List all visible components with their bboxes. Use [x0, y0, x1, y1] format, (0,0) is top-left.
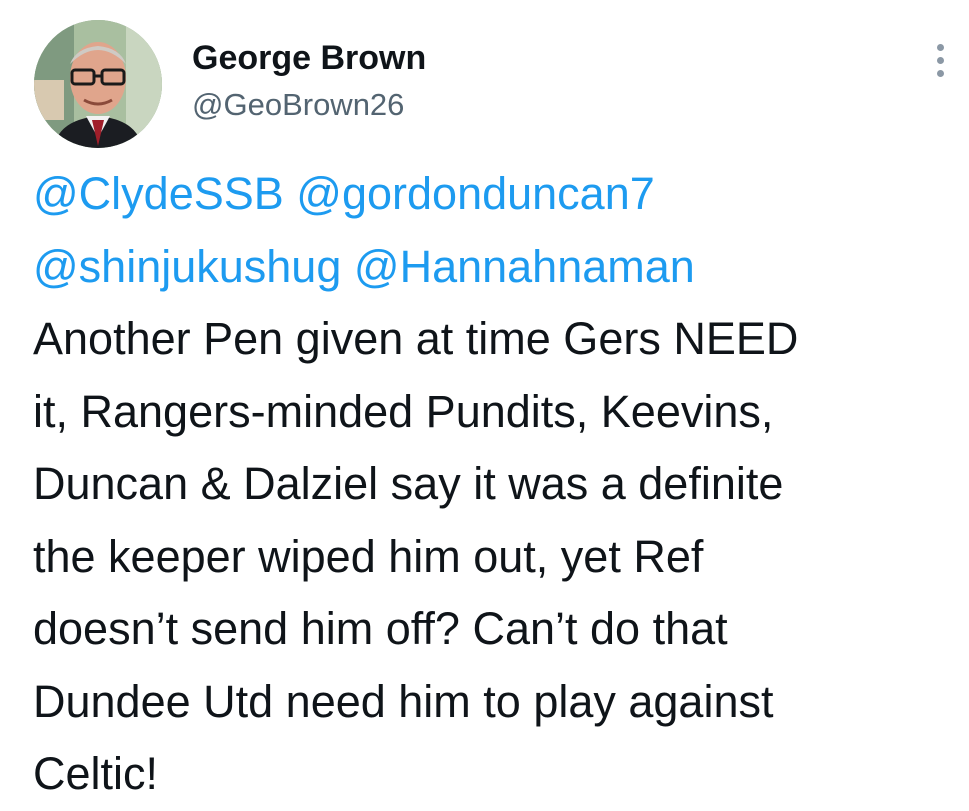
more-options-button[interactable]: [930, 40, 952, 80]
mention-link[interactable]: @shinjukushug: [33, 241, 341, 292]
mention-link[interactable]: @gordonduncan7: [296, 168, 654, 219]
text-line: Duncan & Dalziel say it was a definite: [33, 458, 784, 509]
more-vertical-icon: [937, 70, 944, 77]
mention-line: @ClydeSSB @gordonduncan7: [33, 158, 963, 231]
text-line: Dundee Utd need him to play against: [33, 675, 774, 727]
text-line: it, Rangers-minded Pundits, Keevins,: [33, 385, 774, 437]
avatar[interactable]: [34, 20, 162, 148]
text-line: Another Pen given at time Gers NEED: [33, 313, 799, 364]
mention-link[interactable]: @ClydeSSB: [33, 168, 284, 219]
tweet: George Brown @GeoBrown26 @ClydeSSB @gord…: [0, 0, 969, 800]
text-line: doesn’t send him off? Can’t do that: [33, 603, 728, 654]
mention-line: @shinjukushug @Hannahnaman: [33, 231, 963, 304]
text-line: the keeper wiped him out, yet Ref: [33, 530, 704, 582]
more-vertical-icon: [937, 57, 944, 64]
mention-link[interactable]: @Hannahnaman: [354, 241, 695, 292]
more-vertical-icon: [937, 44, 944, 51]
tweet-text: @ClydeSSB @gordonduncan7 @shinjukushug @…: [33, 158, 963, 811]
user-handle[interactable]: @GeoBrown26: [192, 86, 426, 124]
display-name[interactable]: George Brown: [192, 38, 426, 78]
author-block: George Brown @GeoBrown26: [192, 38, 426, 124]
avatar-photo: [34, 20, 162, 148]
